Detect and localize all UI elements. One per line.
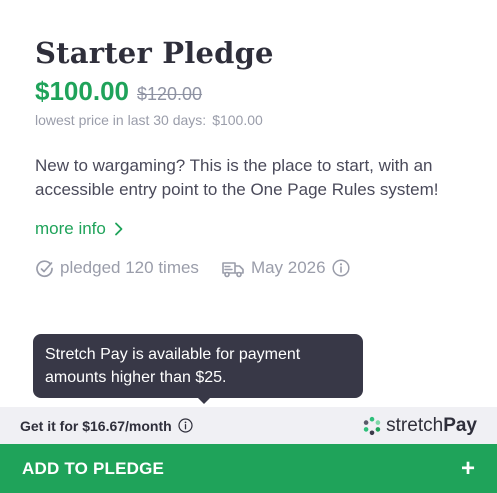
delivery-date-text: May 2026 <box>250 258 326 277</box>
delivery-truck-icon <box>222 261 244 277</box>
pledge-count: pledged 120 times <box>35 258 199 278</box>
more-info-label: more info <box>35 219 106 238</box>
stretchpay-logo: stretch Pay <box>362 415 477 437</box>
lowest-price-label: lowest price in last 30 days: <box>35 112 207 128</box>
stretch-pay-tooltip: Stretch Pay is available for payment amo… <box>33 334 363 404</box>
info-icon[interactable] <box>178 418 193 433</box>
lowest-price-value: $100.00 <box>212 112 263 128</box>
pledge-description: New to wargaming? This is the place to s… <box>35 156 439 199</box>
more-info-link[interactable]: more info <box>35 219 124 239</box>
stretchpay-logo-icon <box>363 416 381 435</box>
installment-text: Get it for $16.67/month <box>20 417 172 434</box>
chevron-right-icon <box>114 222 124 236</box>
add-to-pledge-label: ADD TO PLEDGE <box>22 458 165 478</box>
pledged-count-text: pledged 120 times <box>60 258 199 277</box>
pledge-icon <box>36 259 53 277</box>
delivery-date: May 2026 <box>221 258 350 278</box>
brand-pay: Pay <box>443 414 477 436</box>
info-icon[interactable] <box>332 259 350 277</box>
installment-offer: Get it for $16.67/month <box>20 418 193 434</box>
lowest-price-note: lowest price in last 30 days: $100.00 <box>35 112 263 128</box>
brand-stretch: stretch <box>386 414 444 436</box>
current-price: $100.00 <box>35 76 129 106</box>
original-price: $120.00 <box>136 84 203 104</box>
price-row: $100.00 $120.00 <box>35 76 202 107</box>
add-to-pledge-button[interactable]: ADD TO PLEDGE + <box>0 444 497 493</box>
installment-bar: Get it for $16.67/month stretch Pay <box>0 407 497 444</box>
pledge-title: Starter Pledge <box>35 36 274 70</box>
pledge-card: Starter Pledge $100.00 $120.00 lowest pr… <box>0 0 497 493</box>
pledge-meta: pledged 120 times May 2026 <box>35 258 350 278</box>
plus-icon: + <box>460 454 475 482</box>
